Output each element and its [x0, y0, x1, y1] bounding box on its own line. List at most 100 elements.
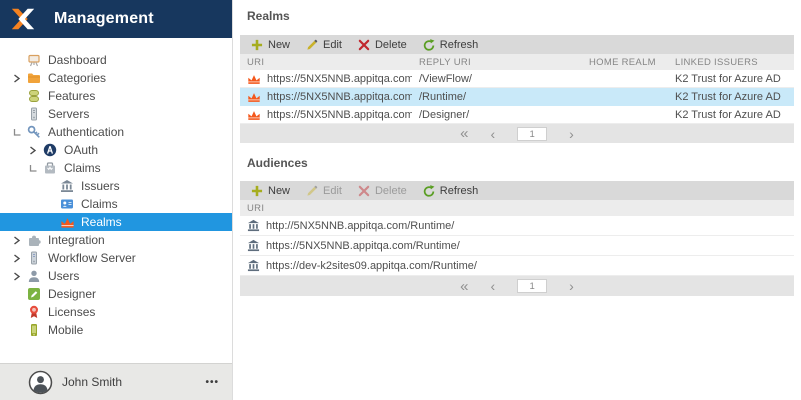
audiences-pagination: « ‹ 1 › — [240, 276, 794, 296]
audiences-new-button[interactable]: New — [245, 181, 300, 200]
audiences-delete-button-disabled: Delete — [352, 181, 417, 200]
refresh-icon — [423, 184, 435, 197]
sidebar-item-dashboard[interactable]: Dashboard — [0, 51, 232, 69]
pagination-first-button[interactable]: « — [460, 126, 468, 141]
chevron-right-icon[interactable] — [13, 235, 27, 245]
sidebar-nav: Dashboard Categories Features Servers Au… — [0, 38, 232, 363]
realm-linked-issuers: K2 Trust for Azure AD — [675, 108, 781, 121]
realms-edit-button[interactable]: Edit — [300, 35, 352, 54]
refresh-icon — [423, 38, 435, 51]
crown-icon — [247, 91, 261, 103]
sidebar-item-label: OAuth — [64, 143, 99, 157]
sidebar-item-users[interactable]: Users — [0, 267, 232, 285]
sidebar-item-claims-group[interactable]: Claims — [0, 159, 232, 177]
audiences-table-row[interactable]: http://5NX5NNB.appitqa.com/Runtime/ — [240, 216, 794, 236]
pagination-next-button[interactable]: › — [569, 279, 574, 293]
audiences-toolbar: New Edit Delete Refresh — [240, 181, 794, 200]
chevron-right-icon[interactable] — [13, 253, 27, 263]
sidebar-item-realms[interactable]: Realms — [0, 213, 232, 231]
sidebar-item-label: Licenses — [48, 305, 96, 319]
audience-uri: http://5NX5NNB.appitqa.com/Runtime/ — [266, 219, 455, 232]
user-name: John Smith — [62, 375, 123, 389]
collapse-corner-icon[interactable] — [13, 128, 27, 137]
sidebar-item-label: Dashboard — [48, 53, 107, 67]
button-label: Delete — [374, 184, 407, 197]
plus-icon — [251, 39, 263, 51]
sidebar-item-categories[interactable]: Categories — [0, 69, 232, 87]
realms-section: Realms New Edit Delete Refresh URI REPLY… — [240, 9, 794, 143]
pagination-page-number: 1 — [517, 126, 548, 141]
folder-icon — [27, 71, 44, 85]
column-header-reply-uri: REPLY URI — [419, 56, 471, 68]
realm-uri: https://5NX5NNB.appitqa.com/Runtime/ — [267, 90, 412, 103]
column-header-home-realm: HOME REALM — [589, 56, 656, 68]
audiences-table-row[interactable]: https://5NX5NNB.appitqa.com/Runtime/ — [240, 236, 794, 256]
realms-table-row[interactable]: https://5NX5NNB.appitqa.com/Designer/ /D… — [240, 106, 794, 124]
realms-table-row-selected[interactable]: https://5NX5NNB.appitqa.com/Runtime/ /Ru… — [240, 88, 794, 106]
dashboard-icon — [27, 53, 44, 67]
sidebar-item-integration[interactable]: Integration — [0, 231, 232, 249]
mobile-phone-icon — [27, 323, 44, 337]
chevron-right-icon[interactable] — [13, 73, 27, 83]
sidebar-item-workflow-server[interactable]: Workflow Server — [0, 249, 232, 267]
sidebar-item-servers[interactable]: Servers — [0, 105, 232, 123]
pagination-prev-button[interactable]: ‹ — [491, 127, 496, 141]
chevron-right-icon[interactable] — [29, 145, 43, 155]
audiences-table-header: URI — [240, 200, 794, 216]
button-label: Edit — [323, 184, 342, 197]
pagination-prev-button[interactable]: ‹ — [491, 279, 496, 293]
sidebar-item-label: Users — [48, 269, 80, 283]
sidebar-item-label: Realms — [81, 215, 122, 229]
claims-badge-icon — [43, 161, 60, 175]
management-console: Management Dashboard Categories Features — [0, 0, 801, 400]
realms-new-button[interactable]: New — [245, 35, 300, 54]
sidebar-item-label: Categories — [48, 71, 107, 85]
bank-icon — [60, 179, 77, 193]
key-icon — [27, 125, 44, 139]
realms-table-row[interactable]: https://5NX5NNB.appitqa.com/ViewFlow/ /V… — [240, 70, 794, 88]
designer-pencil-icon — [27, 287, 44, 301]
sidebar-item-label: Features — [48, 89, 96, 103]
audiences-table-row[interactable]: https://dev-k2sites09.appitqa.com/Runtim… — [240, 256, 794, 276]
server-icon — [27, 107, 44, 121]
sidebar-item-authentication[interactable]: Authentication — [0, 123, 232, 141]
sidebar-item-licenses[interactable]: Licenses — [0, 303, 232, 321]
sidebar-item-label: Integration — [48, 233, 105, 247]
sidebar-item-label: Claims — [81, 197, 118, 211]
sidebar-item-label: Designer — [48, 287, 97, 301]
plus-icon — [251, 185, 263, 197]
audiences-refresh-button[interactable]: Refresh — [417, 181, 489, 200]
sidebar-item-label: Issuers — [81, 179, 120, 193]
collapse-corner-icon[interactable] — [29, 164, 43, 173]
realm-reply-uri: /ViewFlow/ — [419, 72, 472, 85]
sidebar: Management Dashboard Categories Features — [0, 0, 233, 400]
sidebar-item-features[interactable]: Features — [0, 87, 232, 105]
column-header-uri: URI — [247, 56, 265, 68]
button-label: New — [268, 184, 291, 197]
delete-x-icon — [358, 185, 370, 197]
chevron-right-icon[interactable] — [13, 271, 27, 281]
button-label: Edit — [323, 38, 342, 51]
realms-toolbar: New Edit Delete Refresh — [240, 35, 794, 54]
features-icon — [27, 89, 44, 103]
bank-icon — [247, 219, 260, 232]
sidebar-item-oauth[interactable]: OAuth — [0, 141, 232, 159]
sidebar-item-designer[interactable]: Designer — [0, 285, 232, 303]
sidebar-item-claims[interactable]: Claims — [0, 195, 232, 213]
button-label: Refresh — [439, 184, 479, 197]
realms-refresh-button[interactable]: Refresh — [417, 35, 489, 54]
sidebar-item-label: Authentication — [48, 125, 125, 139]
pagination-first-button[interactable]: « — [460, 279, 468, 294]
audiences-edit-button-disabled: Edit — [300, 181, 352, 200]
oauth-icon — [43, 143, 60, 157]
sidebar-item-issuers[interactable]: Issuers — [0, 177, 232, 195]
button-label: Delete — [374, 38, 407, 51]
pagination-next-button[interactable]: › — [569, 127, 574, 141]
button-label: Refresh — [439, 38, 479, 51]
puzzle-icon — [27, 233, 44, 247]
bank-icon — [247, 239, 260, 252]
realms-delete-button[interactable]: Delete — [352, 35, 417, 54]
avatar-icon[interactable] — [28, 370, 53, 395]
user-menu-ellipsis-icon[interactable]: ••• — [205, 377, 219, 388]
sidebar-item-mobile[interactable]: Mobile — [0, 321, 232, 339]
